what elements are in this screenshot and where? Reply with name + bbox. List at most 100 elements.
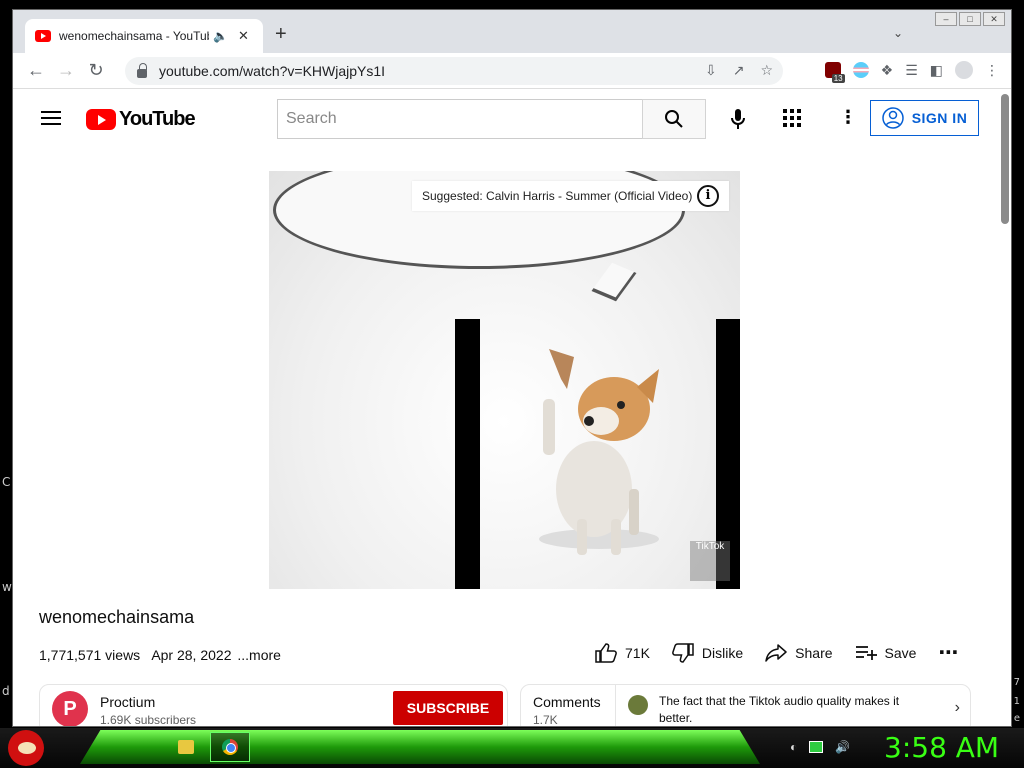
share-arrow-icon bbox=[765, 643, 787, 662]
omnibox-actions: ⇩ ↗ ☆ bbox=[705, 62, 773, 79]
browser-toolbar: ← → ↻ youtube.com/watch?v=KHWjajpYs1I ⇩ … bbox=[13, 53, 1011, 89]
close-tab-icon[interactable]: ✕ bbox=[238, 28, 249, 44]
dislike-label: Dislike bbox=[701, 644, 744, 661]
youtube-logo-text: YouTube bbox=[119, 108, 196, 130]
search-input[interactable] bbox=[277, 99, 643, 139]
youtube-header: YouTube ⋮ SIGN IN bbox=[13, 90, 1011, 146]
apps-grid-icon[interactable] bbox=[783, 109, 801, 127]
folder-icon[interactable] bbox=[178, 740, 194, 754]
share-page-icon[interactable]: ↗ bbox=[733, 62, 745, 79]
dislike-button[interactable]: Dislike bbox=[672, 642, 744, 663]
pride-extension-icon[interactable] bbox=[852, 62, 869, 78]
dog-image bbox=[539, 349, 659, 555]
system-tray: ◐ 🔊 bbox=[790, 740, 850, 754]
more-actions-icon[interactable]: ⋯ bbox=[938, 640, 960, 665]
new-tab-button[interactable]: + bbox=[275, 24, 287, 44]
install-icon[interactable]: ⇩ bbox=[705, 62, 717, 79]
taskbar-clock[interactable]: 3:58 AM bbox=[884, 731, 999, 764]
kebab-menu-icon[interactable]: ⋮ bbox=[985, 62, 999, 79]
extension-badge: 13 bbox=[831, 74, 845, 83]
address-url[interactable]: youtube.com/watch?v=KHWjajpYs1I bbox=[159, 63, 385, 79]
more-description-link[interactable]: ...more bbox=[237, 647, 281, 663]
save-button[interactable]: Save bbox=[855, 644, 917, 661]
thumbs-up-icon bbox=[595, 642, 617, 663]
microphone-icon bbox=[731, 109, 745, 129]
comments-label: Comments bbox=[533, 694, 601, 710]
upload-date: Apr 28, 2022 bbox=[151, 647, 232, 663]
suggested-video-card[interactable]: Suggested: Calvin Harris - Summer (Offic… bbox=[412, 181, 729, 211]
reload-icon[interactable]: ↻ bbox=[81, 60, 111, 81]
media-queue-icon[interactable]: ☰ bbox=[905, 62, 918, 79]
video-metadata: 1,771,571 views Apr 28, 2022 ...more bbox=[39, 647, 289, 663]
profile-avatar-icon[interactable] bbox=[955, 61, 973, 79]
video-actions: 71K Dislike Share Save ⋯ bbox=[595, 640, 982, 665]
tab-title: wenomechainsama - YouTube bbox=[59, 29, 209, 43]
back-arrow-icon[interactable]: ← bbox=[21, 60, 51, 81]
desktop-text-fragment: 1 bbox=[1013, 696, 1020, 707]
tray-app-icon[interactable]: ◐ bbox=[790, 740, 797, 754]
chevron-right-icon[interactable]: › bbox=[955, 699, 960, 717]
start-button-bird-icon[interactable] bbox=[8, 730, 44, 766]
sign-in-button[interactable]: SIGN IN bbox=[870, 100, 979, 136]
playlist-add-icon bbox=[855, 645, 877, 660]
hamburger-menu-icon[interactable] bbox=[41, 111, 61, 125]
view-count: 1,771,571 views bbox=[39, 647, 141, 663]
forward-arrow-icon[interactable]: → bbox=[51, 60, 81, 81]
ublock-extension-icon[interactable]: 13 bbox=[824, 62, 845, 83]
desktop-text-fragment: e bbox=[1013, 713, 1020, 724]
search-icon bbox=[665, 110, 683, 128]
desktop-text-fragment: w bbox=[2, 580, 12, 594]
chrome-icon bbox=[222, 739, 238, 755]
maximize-button[interactable]: □ bbox=[959, 12, 981, 26]
channel-name[interactable]: Proctium bbox=[100, 694, 155, 710]
commenter-avatar bbox=[628, 695, 648, 715]
desktop-text-fragment: 7 bbox=[1013, 677, 1020, 688]
tiktok-watermark: TikTok bbox=[690, 541, 730, 581]
channel-card: P Proctium 1.69K subscribers SUBSCRIBE bbox=[39, 684, 508, 727]
network-monitor-icon[interactable] bbox=[809, 741, 824, 753]
suggested-video-text: Suggested: Calvin Harris - Summer (Offic… bbox=[422, 189, 693, 203]
subscribe-button[interactable]: SUBSCRIBE bbox=[393, 691, 503, 725]
comments-teaser[interactable]: Comments 1.7K The fact that the Tiktok a… bbox=[520, 684, 971, 727]
tab-strip: wenomechainsama - YouTube 🔈 ✕ + ⌄ – □ ✕ bbox=[13, 10, 1011, 53]
speaker-icon[interactable]: 🔈 bbox=[213, 29, 228, 43]
search-button[interactable] bbox=[642, 99, 706, 139]
youtube-favicon-icon bbox=[35, 30, 51, 42]
share-button[interactable]: Share bbox=[765, 643, 833, 662]
youtube-play-icon bbox=[86, 109, 116, 130]
tab-youtube[interactable]: wenomechainsama - YouTube 🔈 ✕ bbox=[25, 19, 263, 53]
volume-icon[interactable]: 🔊 bbox=[835, 740, 850, 754]
window-controls: – □ ✕ bbox=[935, 12, 1005, 26]
side-panel-icon[interactable]: ◧ bbox=[930, 62, 943, 79]
minimize-button[interactable]: – bbox=[935, 12, 957, 26]
video-player[interactable]: Suggested: Calvin Harris - Summer (Offic… bbox=[269, 171, 740, 589]
user-circle-icon bbox=[881, 107, 904, 129]
close-window-button[interactable]: ✕ bbox=[983, 12, 1005, 26]
tiktok-watermark-text: TikTok bbox=[695, 541, 725, 552]
desktop-text-fragment: d bbox=[2, 684, 10, 698]
channel-avatar[interactable]: P bbox=[52, 691, 88, 726]
sign-in-label: SIGN IN bbox=[911, 110, 968, 126]
desktop-text-fragment: C bbox=[2, 475, 11, 489]
youtube-logo[interactable]: YouTube bbox=[86, 108, 196, 131]
voice-search-button[interactable] bbox=[723, 104, 753, 134]
chevron-down-icon[interactable]: ⌄ bbox=[893, 26, 903, 40]
browser-window: wenomechainsama - YouTube 🔈 ✕ + ⌄ – □ ✕ … bbox=[12, 9, 1012, 727]
bookmark-star-icon[interactable]: ☆ bbox=[760, 62, 773, 79]
divider bbox=[615, 685, 616, 726]
like-count: 71K bbox=[625, 644, 650, 661]
taskbar: ◐ 🔊 3:58 AM bbox=[0, 728, 1024, 768]
subscriber-count: 1.69K subscribers bbox=[100, 713, 197, 727]
address-bar[interactable]: youtube.com/watch?v=KHWjajpYs1I ⇩ ↗ ☆ bbox=[125, 57, 783, 85]
settings-more-icon[interactable]: ⋮ bbox=[839, 108, 857, 126]
info-icon[interactable]: i bbox=[697, 185, 719, 207]
like-button[interactable]: 71K bbox=[595, 642, 650, 663]
lock-icon bbox=[137, 62, 147, 78]
thumbs-down-icon bbox=[672, 642, 694, 663]
puzzle-extensions-icon[interactable]: ❖ bbox=[881, 62, 894, 79]
taskbar-chrome-button[interactable] bbox=[210, 732, 250, 762]
youtube-page: YouTube ⋮ SIGN IN bbox=[13, 90, 1011, 727]
comments-count: 1.7K bbox=[533, 713, 558, 727]
save-label: Save bbox=[884, 644, 917, 661]
share-label: Share bbox=[795, 644, 833, 661]
